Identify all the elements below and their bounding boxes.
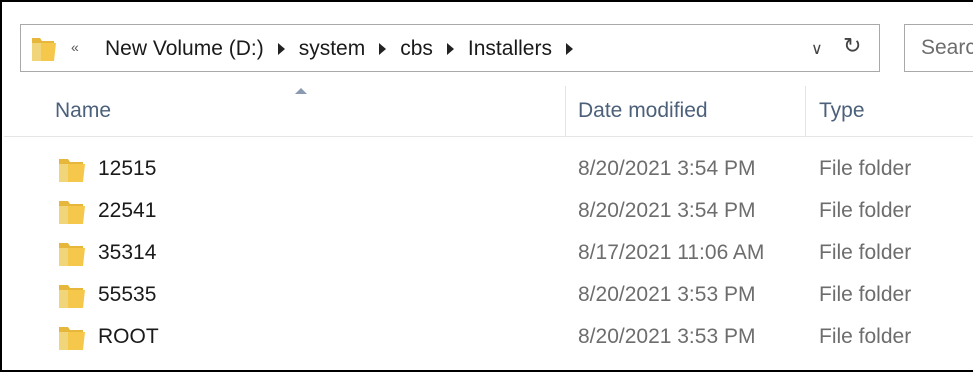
file-row[interactable]: 12515 8/20/2021 3:54 PM File folder: [4, 148, 973, 190]
file-name: 35314: [98, 241, 157, 264]
file-name: 22541: [98, 199, 157, 222]
folder-icon: [30, 34, 58, 69]
chevron-down-icon[interactable]: ∨: [811, 39, 823, 59]
address-bar[interactable]: « New Volume (D:) system cbs Installers …: [20, 24, 880, 72]
file-type: File folder: [819, 241, 912, 264]
file-row[interactable]: 35314 8/17/2021 11:06 AM File folder: [4, 232, 973, 274]
file-date-modified: 8/20/2021 3:54 PM: [578, 199, 756, 222]
file-type: File folder: [819, 157, 912, 180]
breadcrumb-item-cbs[interactable]: cbs: [398, 37, 435, 61]
file-row[interactable]: 22541 8/20/2021 3:54 PM File folder: [4, 190, 973, 232]
breadcrumb-arrow-icon[interactable]: [277, 43, 285, 55]
file-type: File folder: [819, 325, 912, 348]
breadcrumb-item-installers[interactable]: Installers: [466, 37, 554, 61]
file-list: 12515 8/20/2021 3:54 PM File folder 2254…: [4, 148, 973, 358]
folder-icon: [58, 324, 86, 357]
file-type: File folder: [819, 283, 912, 306]
folder-icon: [58, 198, 86, 231]
refresh-icon[interactable]: ↻: [843, 33, 861, 59]
column-header-date-modified[interactable]: Date modified: [566, 86, 806, 136]
breadcrumb: New Volume (D:) system cbs Installers: [103, 35, 585, 63]
file-date-modified: 8/17/2021 11:06 AM: [578, 241, 765, 264]
breadcrumb-arrow-icon[interactable]: [446, 43, 454, 55]
file-date-modified: 8/20/2021 3:54 PM: [578, 157, 756, 180]
file-name: 55535: [98, 283, 157, 306]
file-name: ROOT: [98, 325, 159, 348]
explorer-window: « New Volume (D:) system cbs Installers …: [0, 0, 973, 372]
breadcrumb-item-system[interactable]: system: [297, 37, 368, 61]
folder-icon: [58, 282, 86, 315]
overflow-chevron-icon[interactable]: «: [71, 39, 79, 55]
file-date-modified: 8/20/2021 3:53 PM: [578, 283, 756, 306]
search-placeholder: Search: [921, 36, 973, 59]
folder-icon: [58, 156, 86, 189]
file-row[interactable]: ROOT 8/20/2021 3:53 PM File folder: [4, 316, 973, 358]
file-name: 12515: [98, 157, 157, 180]
breadcrumb-item-new-volume[interactable]: New Volume (D:): [103, 37, 266, 61]
breadcrumb-arrow-icon[interactable]: [379, 43, 387, 55]
file-date-modified: 8/20/2021 3:53 PM: [578, 325, 756, 348]
file-row[interactable]: 55535 8/20/2021 3:53 PM File folder: [4, 274, 973, 316]
breadcrumb-arrow-icon[interactable]: [565, 43, 573, 55]
column-header-row: Name Date modified Type: [4, 86, 973, 137]
column-header-type[interactable]: Type: [806, 86, 973, 136]
column-header-name[interactable]: Name: [4, 86, 566, 136]
search-input[interactable]: Search: [904, 24, 973, 72]
file-type: File folder: [819, 199, 912, 222]
folder-icon: [58, 240, 86, 273]
